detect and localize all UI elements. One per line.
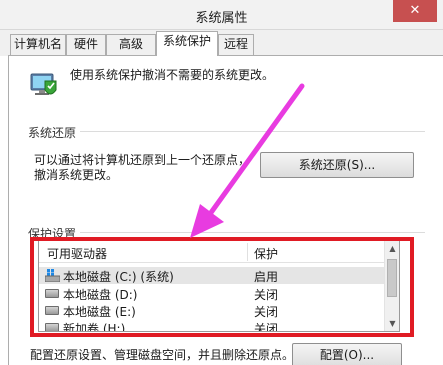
protection-status: 启用 bbox=[254, 270, 279, 284]
vertical-scrollbar[interactable]: ▲ ▼ bbox=[384, 241, 399, 331]
tab-computer-name[interactable]: 计算机名 bbox=[10, 34, 66, 55]
protection-status: 关闭 bbox=[254, 288, 279, 302]
scroll-thumb[interactable] bbox=[387, 259, 397, 297]
drive-list[interactable]: 可用驱动器 保护 本地磁盘 (C:) (系统) 启用 本地磁盘 (D:) 关闭 … bbox=[38, 240, 400, 332]
drive-row[interactable]: 新加卷 (H:) 关闭 bbox=[39, 319, 386, 332]
drive-icon bbox=[45, 289, 59, 298]
group-label-system-restore: 系统还原 bbox=[28, 126, 77, 140]
drive-name: 新加卷 (H:) bbox=[63, 322, 126, 332]
protection-status: 关闭 bbox=[254, 305, 279, 319]
system-restore-button[interactable]: 系统还原(S)... bbox=[260, 152, 414, 178]
configure-description: 配置还原设置、管理磁盘空间，并且删除还原点。 bbox=[30, 348, 295, 362]
tab-system-protection[interactable]: 系统保护 bbox=[156, 31, 218, 56]
drive-row[interactable]: 本地磁盘 (D:) 关闭 bbox=[39, 285, 386, 302]
list-header: 可用驱动器 保护 bbox=[39, 241, 386, 263]
group-divider bbox=[80, 232, 425, 233]
column-header-protection[interactable]: 保护 bbox=[254, 245, 278, 262]
drive-name: 本地磁盘 (E:) bbox=[63, 305, 136, 319]
scroll-up-arrow-icon[interactable]: ▲ bbox=[385, 241, 399, 256]
system-protection-icon bbox=[30, 73, 57, 95]
protection-status: 关闭 bbox=[254, 322, 279, 332]
window-title: 系统属性 bbox=[195, 11, 248, 26]
tab-strip: 计算机名 硬件 高级 系统保护 远程 bbox=[0, 30, 443, 56]
drive-icon bbox=[45, 323, 59, 331]
title-bar: 系统属性 ✕ bbox=[0, 0, 443, 30]
drive-icon bbox=[45, 306, 59, 315]
scroll-down-arrow-icon[interactable]: ▼ bbox=[385, 316, 399, 331]
drive-name: 本地磁盘 (D:) bbox=[63, 288, 138, 302]
drive-row[interactable]: 本地磁盘 (C:) (系统) 启用 bbox=[39, 267, 386, 284]
tab-remote[interactable]: 远程 bbox=[218, 34, 254, 55]
configure-button[interactable]: 配置(O)... bbox=[292, 343, 402, 365]
restore-description: 可以通过将计算机还原到上一个还原点，撤消系统更改。 bbox=[34, 153, 251, 182]
tab-hardware[interactable]: 硬件 bbox=[66, 34, 106, 55]
group-divider bbox=[80, 131, 425, 132]
intro-text: 使用系统保护撤消不需要的系统更改。 bbox=[70, 68, 275, 82]
tab-advanced[interactable]: 高级 bbox=[106, 34, 156, 55]
column-separator bbox=[247, 243, 248, 261]
close-button[interactable]: ✕ bbox=[393, 0, 437, 22]
drive-row[interactable]: 本地磁盘 (E:) 关闭 bbox=[39, 302, 386, 319]
system-drive-icon bbox=[45, 269, 60, 282]
drive-name: 本地磁盘 (C:) (系统) bbox=[63, 270, 174, 284]
column-header-drives[interactable]: 可用驱动器 bbox=[47, 245, 107, 262]
